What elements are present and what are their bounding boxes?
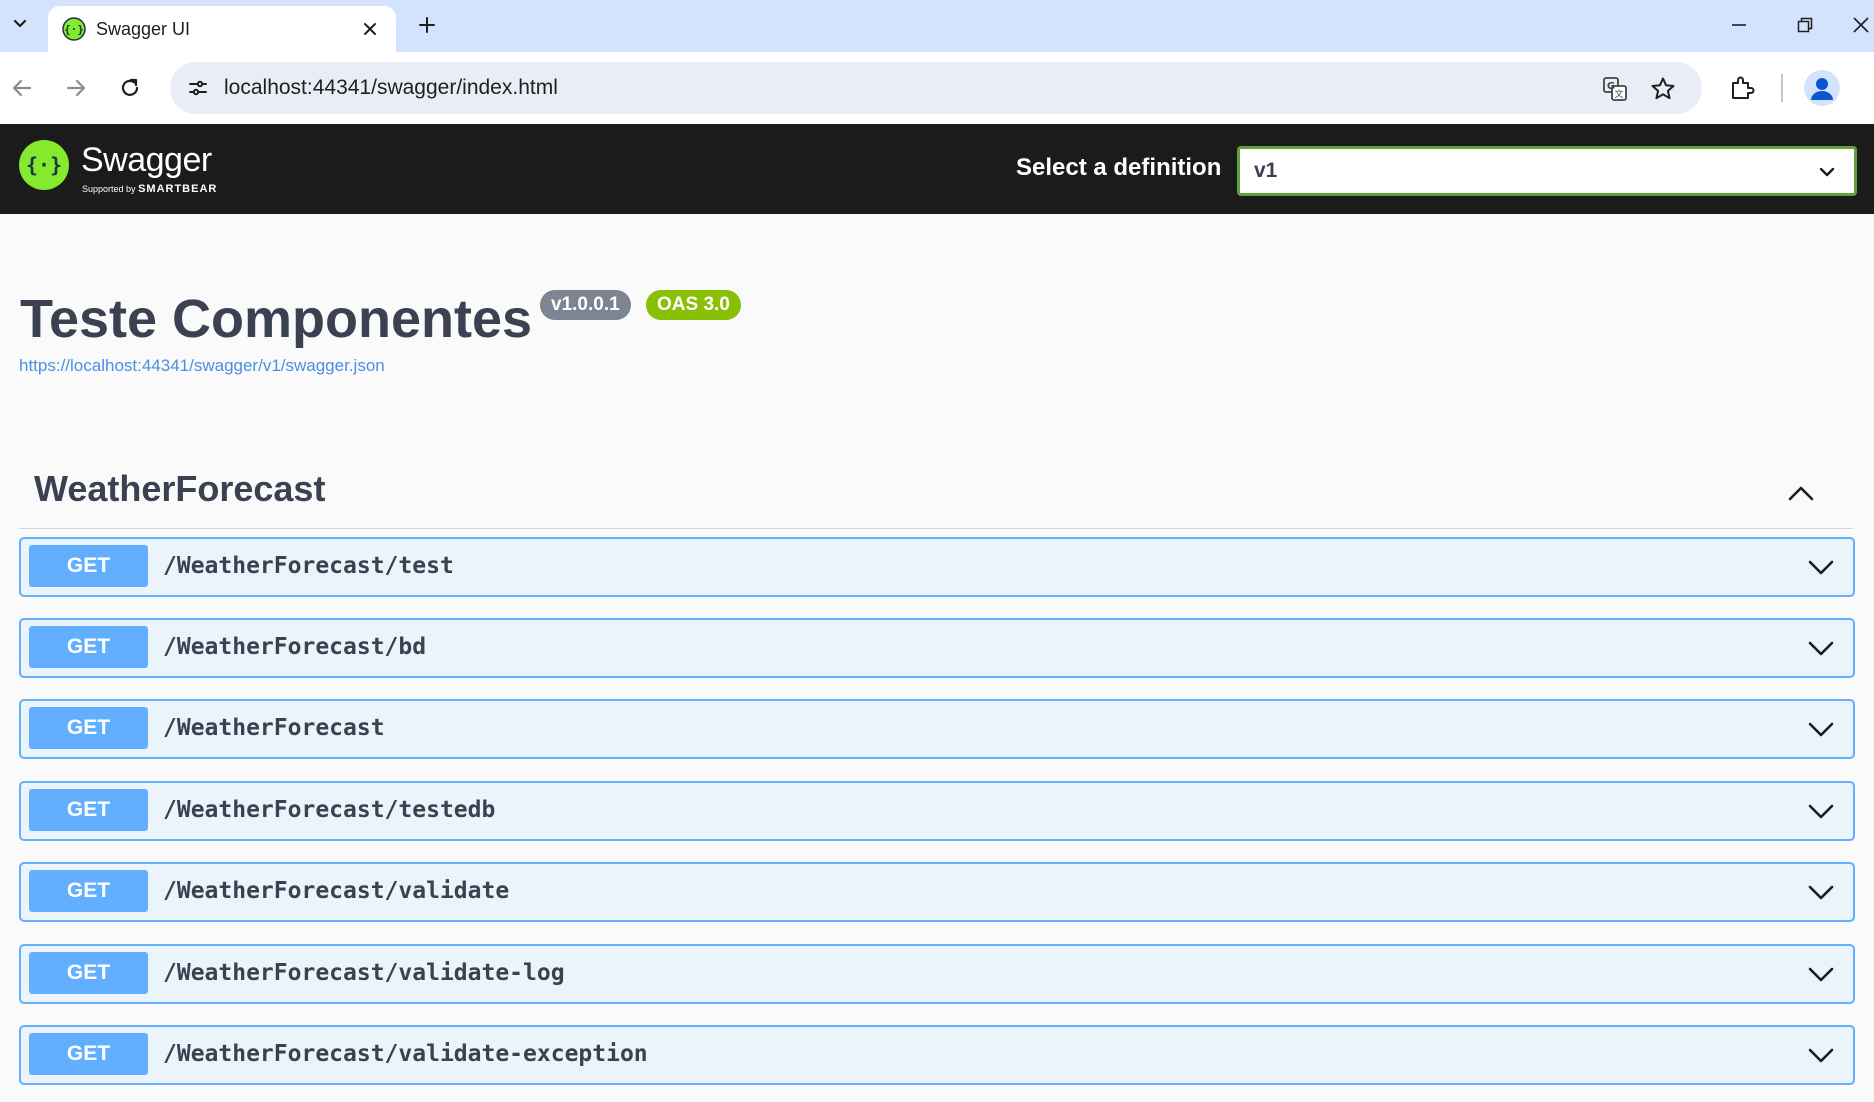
new-tab-button[interactable] bbox=[410, 8, 444, 42]
tab-close-button[interactable] bbox=[358, 17, 382, 41]
reload-button[interactable] bbox=[110, 68, 150, 108]
forward-arrow-icon bbox=[66, 79, 86, 97]
method-badge: GET bbox=[29, 545, 148, 587]
logo-supported-by: Supported by SMARTBEAR bbox=[82, 183, 218, 195]
close-icon bbox=[364, 23, 376, 35]
extensions-icon bbox=[1732, 76, 1755, 99]
logo-name: Swagger bbox=[81, 141, 212, 179]
back-button[interactable] bbox=[2, 68, 42, 108]
operation-path: /WeatherForecast/validate-exception bbox=[163, 1041, 648, 1067]
back-arrow-icon bbox=[12, 79, 32, 97]
swagger-logo-icon: {·} bbox=[19, 140, 69, 190]
operation-path: /WeatherForecast/validate-log bbox=[163, 960, 565, 986]
restore-button[interactable] bbox=[1788, 8, 1822, 42]
url-text[interactable]: localhost:44341/swagger/index.html bbox=[224, 76, 558, 100]
chevron-down-icon[interactable] bbox=[1805, 713, 1837, 745]
forward-button[interactable] bbox=[56, 68, 96, 108]
operation-path: /WeatherForecast/test bbox=[163, 553, 454, 579]
method-badge: GET bbox=[29, 952, 148, 994]
minimize-icon bbox=[1732, 24, 1746, 26]
operation-row[interactable]: GET /WeatherForecast bbox=[19, 699, 1855, 759]
definition-select[interactable]: v1 bbox=[1237, 146, 1857, 196]
oas-badge: OAS 3.0 bbox=[646, 290, 741, 320]
profile-button[interactable] bbox=[1804, 70, 1840, 106]
bookmark-button[interactable] bbox=[1648, 74, 1678, 104]
definition-value: v1 bbox=[1254, 159, 1278, 182]
operation-path: /WeatherForecast/bd bbox=[163, 634, 427, 660]
chevron-up-icon[interactable] bbox=[1785, 478, 1817, 510]
site-info-button[interactable] bbox=[184, 74, 212, 102]
swagger-logo[interactable]: {·} Swagger Supported by SMARTBEAR bbox=[18, 139, 258, 199]
definition-label: Select a definition bbox=[1016, 154, 1222, 181]
minimize-button[interactable] bbox=[1722, 8, 1756, 42]
chevron-down-icon[interactable] bbox=[1805, 1039, 1837, 1071]
spec-url-link[interactable]: https://localhost:44341/swagger/v1/swagg… bbox=[19, 356, 385, 376]
operation-row[interactable]: GET /WeatherForecast/bd bbox=[19, 618, 1855, 678]
translate-button[interactable]: G 文 bbox=[1600, 74, 1630, 104]
method-badge: GET bbox=[29, 870, 148, 912]
toolbar-separator bbox=[1781, 74, 1783, 102]
tag-header[interactable]: WeatherForecast bbox=[19, 460, 1853, 529]
method-badge: GET bbox=[29, 1033, 148, 1075]
restore-icon bbox=[1797, 17, 1813, 33]
chevron-down-icon[interactable] bbox=[1805, 795, 1837, 827]
reload-icon bbox=[121, 78, 139, 96]
svg-text:{·}: {·} bbox=[26, 153, 62, 177]
operation-row[interactable]: GET /WeatherForecast/validate-exception bbox=[19, 1025, 1855, 1085]
svg-text:{·}: {·} bbox=[64, 23, 84, 36]
operation-row[interactable]: GET /WeatherForecast/testedb bbox=[19, 781, 1855, 841]
swagger-favicon-icon: {·} bbox=[62, 17, 86, 41]
chevron-down-icon[interactable] bbox=[1805, 551, 1837, 583]
swagger-topbar: {·} Swagger Supported by SMARTBEAR Selec… bbox=[0, 124, 1874, 214]
browser-toolbar: localhost:44341/swagger/index.html G 文 bbox=[0, 52, 1874, 124]
translate-icon: G 文 bbox=[1603, 77, 1627, 101]
chevron-down-icon bbox=[1819, 167, 1835, 177]
chevron-down-icon[interactable] bbox=[1805, 958, 1837, 990]
tag-name: WeatherForecast bbox=[34, 468, 326, 509]
window-close-icon bbox=[1853, 17, 1869, 33]
svg-text:文: 文 bbox=[1614, 88, 1623, 100]
method-badge: GET bbox=[29, 707, 148, 749]
tab-search-button[interactable] bbox=[2, 6, 38, 42]
operation-path: /WeatherForecast bbox=[163, 715, 385, 741]
plus-icon bbox=[419, 17, 435, 33]
browser-tab[interactable]: {·} Swagger UI bbox=[48, 6, 396, 52]
method-badge: GET bbox=[29, 626, 148, 668]
extensions-button[interactable] bbox=[1724, 70, 1760, 106]
tab-title: Swagger UI bbox=[96, 19, 191, 39]
tab-search-icon bbox=[13, 19, 27, 28]
method-badge: GET bbox=[29, 789, 148, 831]
operation-path: /WeatherForecast/validate bbox=[163, 878, 510, 904]
operation-path: /WeatherForecast/testedb bbox=[163, 797, 496, 823]
version-badge: v1.0.0.1 bbox=[540, 290, 631, 320]
operation-row[interactable]: GET /WeatherForecast/validate-log bbox=[19, 944, 1855, 1004]
api-title: Teste Componentes bbox=[20, 289, 533, 349]
site-info-icon bbox=[189, 80, 207, 96]
star-icon bbox=[1651, 77, 1675, 100]
chevron-down-icon[interactable] bbox=[1805, 632, 1837, 664]
address-bar[interactable]: localhost:44341/swagger/index.html G 文 bbox=[170, 62, 1702, 114]
chevron-down-icon[interactable] bbox=[1805, 876, 1837, 908]
operation-row[interactable]: GET /WeatherForecast/test bbox=[19, 537, 1855, 597]
operation-row[interactable]: GET /WeatherForecast/validate bbox=[19, 862, 1855, 922]
window-close-button[interactable] bbox=[1852, 8, 1874, 42]
profile-icon bbox=[1811, 78, 1833, 100]
browser-tab-strip: {·} Swagger UI bbox=[0, 0, 1874, 52]
